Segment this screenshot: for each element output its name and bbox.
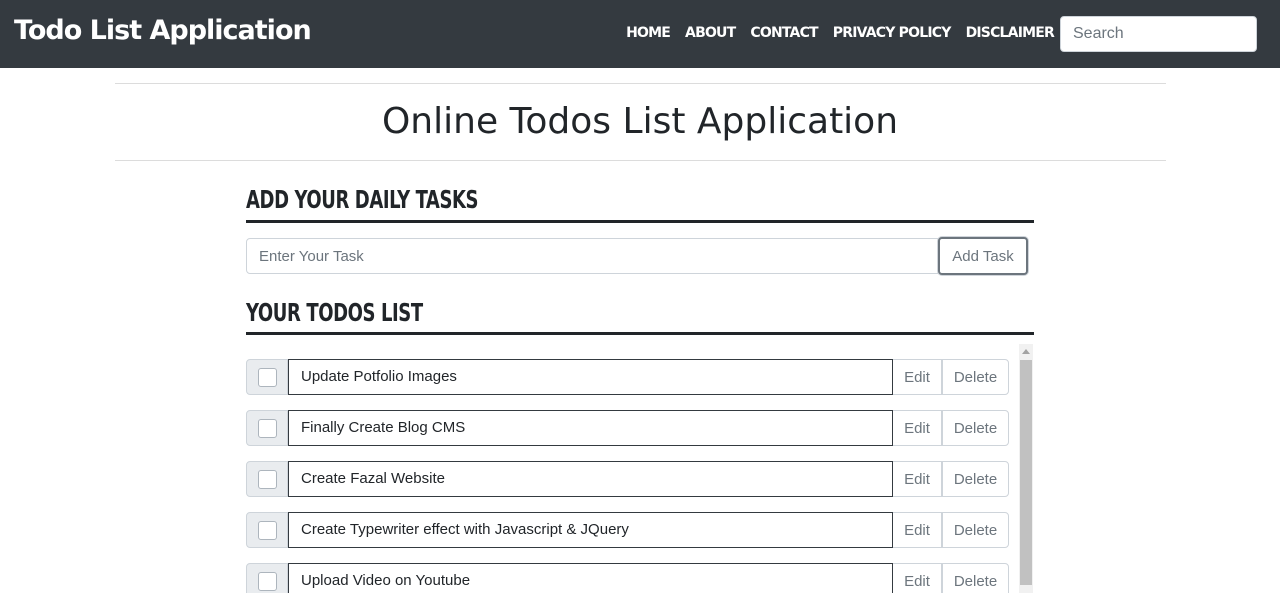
todo-item: Update Potfolio Images Edit Delete (246, 359, 1009, 395)
todo-text: Upload Video on Youtube (288, 563, 893, 593)
add-tasks-heading: ADD YOUR DAILY TASKS (246, 185, 479, 214)
nav-link-privacy-policy[interactable]: PRIVACY POLICY (833, 22, 952, 44)
todo-text: Create Fazal Website (288, 461, 893, 497)
todo-list[interactable]: Update Potfolio Images Edit Delete Final… (246, 344, 1034, 593)
todo-text: Finally Create Blog CMS (288, 410, 893, 446)
todo-item: Finally Create Blog CMS Edit Delete (246, 410, 1009, 446)
todo-checkbox[interactable] (257, 469, 277, 489)
add-task-button[interactable]: Add Task (938, 237, 1028, 275)
todo-text: Create Typewriter effect with Javascript… (288, 512, 893, 548)
todo-item: Create Typewriter effect with Javascript… (246, 512, 1009, 548)
task-input[interactable] (246, 238, 940, 274)
list-scrollbar[interactable] (1019, 344, 1033, 593)
add-tasks-heading-rule (246, 220, 1034, 223)
search-input[interactable] (1060, 16, 1257, 52)
todo-checkbox[interactable] (257, 418, 277, 438)
todo-checkbox-wrap (246, 359, 288, 395)
delete-button[interactable]: Delete (942, 410, 1009, 446)
delete-button[interactable]: Delete (942, 461, 1009, 497)
nav-links: HOME ABOUT CONTACT PRIVACY POLICY DISCLA… (626, 22, 1055, 44)
delete-button[interactable]: Delete (942, 359, 1009, 395)
edit-button[interactable]: Edit (893, 461, 942, 497)
scroll-thumb[interactable] (1020, 360, 1032, 585)
todo-checkbox-wrap (246, 563, 288, 593)
edit-button[interactable]: Edit (893, 512, 942, 548)
todos-list-heading-rule (246, 332, 1034, 335)
brand-logo[interactable]: Todo List Application (14, 12, 312, 50)
edit-button[interactable]: Edit (893, 359, 942, 395)
todo-checkbox[interactable] (257, 520, 277, 540)
todo-text: Update Potfolio Images (288, 359, 893, 395)
todo-checkbox-wrap (246, 410, 288, 446)
nav-link-home[interactable]: HOME (626, 22, 671, 44)
todo-checkbox-wrap (246, 461, 288, 497)
delete-button[interactable]: Delete (942, 512, 1009, 548)
nav-link-about[interactable]: ABOUT (685, 22, 736, 44)
todo-item: Create Fazal Website Edit Delete (246, 461, 1009, 497)
page-title: Online Todos List Application (381, 101, 899, 142)
todo-checkbox[interactable] (257, 367, 277, 387)
nav-link-disclaimer[interactable]: DISCLAIMER (966, 22, 1055, 44)
todos-list-heading: YOUR TODOS LIST (246, 298, 423, 327)
navbar: Todo List Application HOME ABOUT CONTACT… (0, 0, 1280, 68)
todo-checkbox[interactable] (257, 571, 277, 591)
title-divider-bottom (115, 160, 1166, 161)
todo-item: Upload Video on Youtube Edit Delete (246, 563, 1009, 593)
todo-checkbox-wrap (246, 512, 288, 548)
edit-button[interactable]: Edit (893, 410, 942, 446)
edit-button[interactable]: Edit (893, 563, 942, 593)
nav-link-contact[interactable]: CONTACT (750, 22, 818, 44)
delete-button[interactable]: Delete (942, 563, 1009, 593)
title-divider-top (115, 83, 1166, 84)
scroll-up-arrow-icon[interactable] (1022, 349, 1030, 354)
